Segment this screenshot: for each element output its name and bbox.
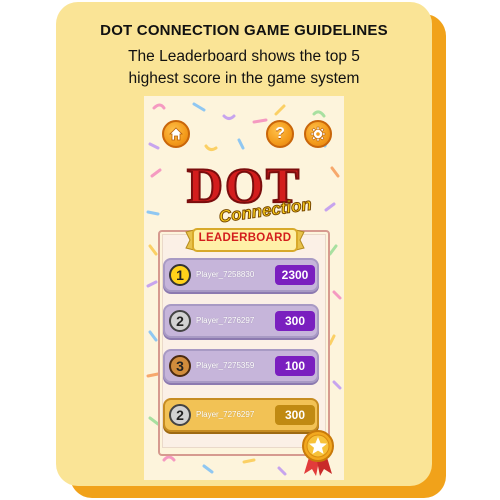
player-score: 300 xyxy=(275,405,315,425)
leaderboard-row: 3 Player_7275359 100 xyxy=(163,349,319,383)
player-name: Player_7276297 xyxy=(196,410,255,419)
player-score: 100 xyxy=(275,356,315,376)
guideline-description-line-2: highest score in the game system xyxy=(128,70,360,87)
home-button[interactable] xyxy=(162,120,190,148)
game-screen: ? DOT Connection LEADERBOARD 1 Player_72… xyxy=(144,96,344,480)
player-score: 300 xyxy=(275,311,315,331)
settings-button[interactable] xyxy=(304,120,332,148)
rank-badge-silver: 2 xyxy=(169,404,191,426)
help-button[interactable]: ? xyxy=(266,120,294,148)
gear-icon xyxy=(310,126,326,142)
leaderboard-title: LEADERBOARD xyxy=(198,232,292,244)
game-logo: DOT Connection xyxy=(186,158,314,227)
star-medal-icon xyxy=(302,430,334,476)
player-name: Player_7275359 xyxy=(196,361,255,370)
leaderboard-row: 1 Player_7258830 2300 xyxy=(163,258,319,292)
player-score: 2300 xyxy=(275,265,315,285)
rank-badge-silver: 2 xyxy=(169,310,191,332)
rank-badge-gold: 1 xyxy=(169,264,191,286)
guideline-description: The Leaderboard shows the top 5 highest … xyxy=(56,46,432,90)
guideline-description-line-1: The Leaderboard shows the top 5 xyxy=(128,48,360,65)
help-icon: ? xyxy=(275,125,285,142)
leaderboard-row: 2 Player_7276297 300 xyxy=(163,304,319,338)
rank-badge-bronze: 3 xyxy=(169,355,191,377)
player-name: Player_7276297 xyxy=(196,316,255,325)
player-name: Player_7258830 xyxy=(196,270,255,279)
current-player-row: 2 Player_7276297 300 xyxy=(163,398,319,432)
home-icon xyxy=(169,127,183,141)
guideline-title: DOT CONNECTION GAME GUIDELINES xyxy=(100,22,388,39)
